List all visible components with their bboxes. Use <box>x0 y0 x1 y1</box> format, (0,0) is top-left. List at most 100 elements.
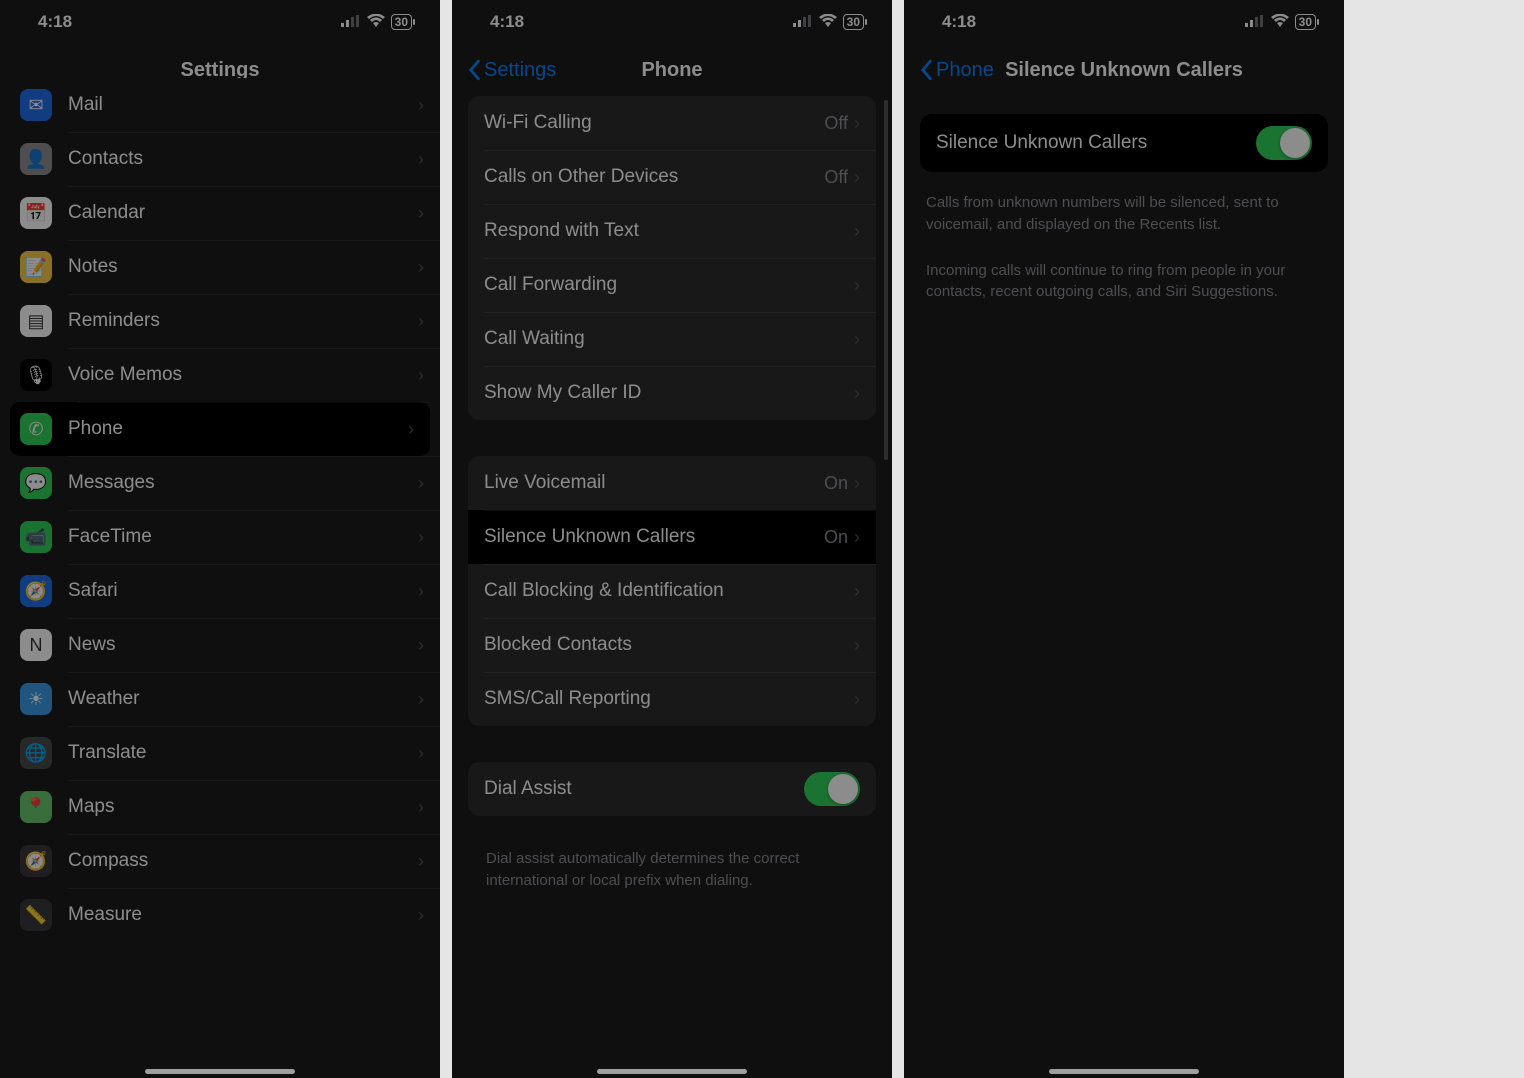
home-indicator[interactable] <box>145 1069 295 1074</box>
row-label: Silence Unknown Callers <box>936 132 1256 154</box>
compass-icon: 🧭 <box>20 845 52 877</box>
chevron-right-icon: › <box>418 851 424 872</box>
translate-icon: 🌐 <box>20 737 52 769</box>
settings-row-phone[interactable]: ✆Phone› <box>10 402 430 456</box>
settings-row-maps[interactable]: 📍Maps› <box>0 780 440 834</box>
safari-icon: 🧭 <box>20 575 52 607</box>
chevron-right-icon: › <box>854 275 860 296</box>
toggle-knob <box>828 774 858 804</box>
row-respond-with-text[interactable]: Respond with Text› <box>468 204 876 258</box>
row-silence-unknown-callers[interactable]: Silence Unknown CallersOn› <box>468 510 876 564</box>
maps-icon: 📍 <box>20 791 52 823</box>
chevron-right-icon: › <box>408 419 414 440</box>
settings-row-messages[interactable]: 💬Messages› <box>0 456 440 510</box>
row-label: Call Forwarding <box>484 274 854 296</box>
row-label: Notes <box>68 256 418 278</box>
status-bar: 4:18 30 <box>0 0 440 44</box>
settings-list[interactable]: ✉Mail›👤Contacts›📅Calendar› 📝 Notes › ▤Remind… <box>0 78 440 1060</box>
row-label: Calls on Other Devices <box>484 166 824 188</box>
row-label: Dial Assist <box>484 778 804 800</box>
row-label: Voice Memos <box>68 364 418 386</box>
chevron-left-icon <box>918 59 934 81</box>
row-sms-call-reporting[interactable]: SMS/Call Reporting› <box>468 672 876 726</box>
row-call-forwarding[interactable]: Call Forwarding› <box>468 258 876 312</box>
calls-group: Wi-Fi CallingOff›Calls on Other DevicesO… <box>468 96 876 420</box>
row-label: Respond with Text <box>484 220 854 242</box>
calendar-icon: 📅 <box>20 197 52 229</box>
settings-row-facetime[interactable]: 📹FaceTime› <box>0 510 440 564</box>
row-value: On <box>824 473 848 494</box>
home-indicator[interactable] <box>1049 1069 1199 1074</box>
row-wi-fi-calling[interactable]: Wi-Fi CallingOff› <box>468 96 876 150</box>
phone-icon: ✆ <box>20 413 52 445</box>
chevron-right-icon: › <box>854 383 860 404</box>
silence-desc-1: Calls from unknown numbers will be silen… <box>904 182 1344 246</box>
page-title: Phone <box>641 59 702 82</box>
settings-row-safari[interactable]: 🧭Safari› <box>0 564 440 618</box>
chevron-left-icon <box>466 59 482 81</box>
row-label: Silence Unknown Callers <box>484 526 824 548</box>
row-blocked-contacts[interactable]: Blocked Contacts› <box>468 618 876 672</box>
status-time: 4:18 <box>942 12 976 32</box>
screen-phone-settings: 4:18 30 Settings Phone Wi-Fi CallingOff›… <box>452 0 892 1078</box>
voice-memos-icon: 🎙 <box>20 359 52 391</box>
row-label: Translate <box>68 742 418 764</box>
chevron-right-icon: › <box>854 113 860 134</box>
page-title: Silence Unknown Callers <box>1005 59 1243 82</box>
settings-row-compass[interactable]: 🧭Compass› <box>0 834 440 888</box>
dial-assist-group: Dial Assist <box>468 762 876 816</box>
settings-row-mail[interactable]: ✉Mail› <box>0 78 440 132</box>
row-calls-on-other-devices[interactable]: Calls on Other DevicesOff› <box>468 150 876 204</box>
chevron-right-icon: › <box>418 149 424 170</box>
chevron-right-icon: › <box>854 635 860 656</box>
silence-toggle[interactable] <box>1256 126 1312 160</box>
settings-row-measure[interactable]: 📏Measure› <box>0 888 440 942</box>
row-live-voicemail[interactable]: Live VoicemailOn› <box>468 456 876 510</box>
settings-row-weather[interactable]: ☀Weather› <box>0 672 440 726</box>
wifi-icon <box>819 12 837 32</box>
settings-row-translate[interactable]: 🌐Translate› <box>0 726 440 780</box>
toggle-knob <box>1280 128 1310 158</box>
reminders-icon: ▤ <box>20 305 52 337</box>
chevron-right-icon: › <box>854 221 860 242</box>
chevron-right-icon: › <box>854 581 860 602</box>
settings-row-news[interactable]: NNews› <box>0 618 440 672</box>
silence-unknown-row[interactable]: Silence Unknown Callers <box>920 114 1328 172</box>
settings-row-contacts[interactable]: 👤Contacts› <box>0 132 440 186</box>
settings-row-reminders[interactable]: ▤Reminders› <box>0 294 440 348</box>
mail-icon: ✉ <box>20 89 52 121</box>
back-button[interactable]: Settings <box>466 59 556 82</box>
phone-settings-content[interactable]: Wi-Fi CallingOff›Calls on Other DevicesO… <box>452 96 892 1078</box>
dial-assist-row[interactable]: Dial Assist <box>468 762 876 816</box>
row-label: Blocked Contacts <box>484 634 854 656</box>
status-bar: 4:18 30 <box>904 0 1344 44</box>
settings-row-notes[interactable]: 📝Notes› <box>0 240 440 294</box>
screen-settings: 4:18 30 Settings ✉Mail›👤Contacts›📅Calend… <box>0 0 440 1078</box>
row-show-my-caller-id[interactable]: Show My Caller ID› <box>468 366 876 420</box>
row-value: Off <box>824 167 848 188</box>
dial-assist-toggle[interactable] <box>804 772 860 806</box>
chevron-right-icon: › <box>418 581 424 602</box>
row-label: Contacts <box>68 148 418 170</box>
chevron-right-icon: › <box>418 689 424 710</box>
chevron-right-icon: › <box>418 95 424 116</box>
row-label: News <box>68 634 418 656</box>
settings-row-calendar[interactable]: 📅Calendar› <box>0 186 440 240</box>
silence-content: Silence Unknown Callers Calls from unkno… <box>904 96 1344 1078</box>
back-button[interactable]: Phone <box>918 59 994 82</box>
row-label: Messages <box>68 472 418 494</box>
row-label: FaceTime <box>68 526 418 548</box>
settings-row-voice-memos[interactable]: 🎙Voice Memos› <box>0 348 440 402</box>
dial-assist-footer: Dial assist automatically determines the… <box>468 840 876 910</box>
status-indicators: 30 <box>341 12 412 32</box>
silence-group: Silence Unknown Callers <box>920 114 1328 172</box>
row-value: Off <box>824 113 848 134</box>
row-call-blocking-identification[interactable]: Call Blocking & Identification› <box>468 564 876 618</box>
row-call-waiting[interactable]: Call Waiting› <box>468 312 876 366</box>
nav-header: Phone Silence Unknown Callers <box>904 44 1344 96</box>
wifi-icon <box>367 12 385 32</box>
status-time: 4:18 <box>38 12 72 32</box>
home-indicator[interactable] <box>597 1069 747 1074</box>
notes-icon: 📝 <box>20 251 52 283</box>
measure-icon: 📏 <box>20 899 52 931</box>
